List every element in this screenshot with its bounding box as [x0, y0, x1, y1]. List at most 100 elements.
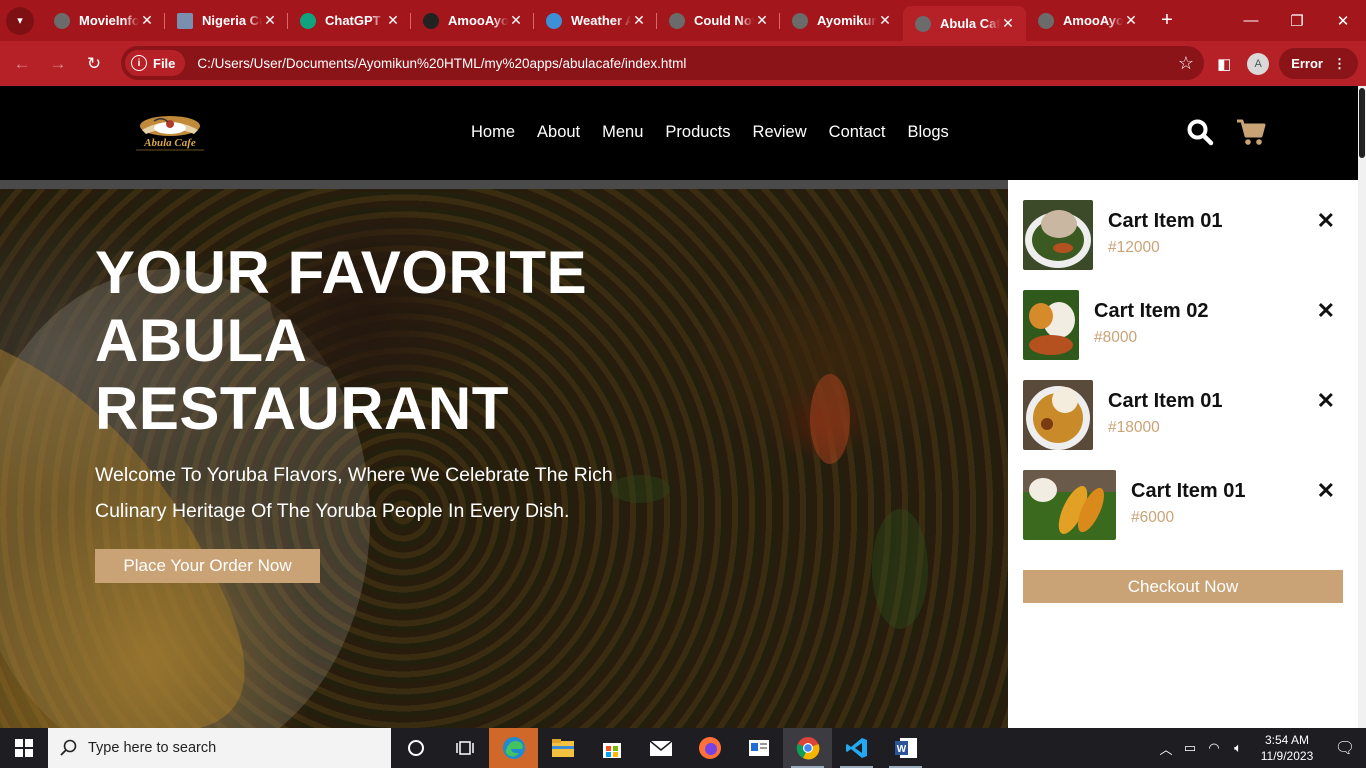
side-panel-icon[interactable]: ◧ [1211, 55, 1237, 73]
new-tab-button[interactable]: + [1149, 9, 1185, 32]
cart-item-image [1023, 200, 1093, 270]
browser-tab[interactable]: ChatGPT ✕ [288, 0, 411, 41]
address-bar[interactable]: i File C:/Users/User/Documents/Ayomikun%2… [121, 46, 1204, 80]
site-info-chip[interactable]: i File [125, 50, 186, 76]
start-button[interactable] [0, 728, 48, 768]
cart-item-image [1023, 290, 1079, 360]
web-page: Abula Cafe Home About Menu Products Revi… [0, 86, 1358, 728]
cart-item-price: #8000 [1094, 329, 1138, 346]
forward-arrow-icon[interactable]: → [40, 54, 76, 74]
site-favicon-icon [54, 12, 70, 29]
page-scrollbar[interactable] [1358, 86, 1366, 728]
mail-icon[interactable] [636, 728, 685, 768]
cart-item-name: Cart Item 01 [1131, 480, 1246, 502]
close-window-icon[interactable]: ✕ [1320, 0, 1366, 41]
close-tab-icon[interactable]: ✕ [262, 12, 278, 29]
cortana-icon[interactable] [391, 728, 440, 768]
abula-cafe-logo[interactable]: Abula Cafe [128, 112, 212, 156]
browser-tab[interactable]: Ayomikun ✕ [780, 0, 903, 41]
globe-favicon-icon [1038, 12, 1054, 29]
news-app-icon[interactable] [734, 728, 783, 768]
cart-item: Cart Item 01 #18000 ✕ [1023, 380, 1343, 450]
microsoft-store-icon[interactable] [587, 728, 636, 768]
edge-browser-icon[interactable] [489, 728, 538, 768]
close-tab-icon[interactable]: ✕ [754, 12, 770, 29]
chrome-icon[interactable] [783, 728, 832, 768]
globe-favicon-icon [915, 15, 931, 32]
reload-icon[interactable]: ↻ [76, 54, 112, 74]
browser-tab[interactable]: Could Not ✕ [657, 0, 780, 41]
battery-icon[interactable]: ▭ [1178, 740, 1202, 756]
close-tab-icon[interactable]: ✕ [139, 12, 155, 29]
globe-favicon-icon [669, 12, 685, 29]
search-icon[interactable] [1186, 118, 1214, 146]
cart-item-image [1023, 470, 1116, 540]
browser-tab-active[interactable]: Abula Cafe✕ [903, 6, 1026, 41]
nav-link-about[interactable]: About [537, 123, 580, 142]
word-icon[interactable]: W [881, 728, 930, 768]
site-header: Abula Cafe Home About Menu Products Revi… [0, 86, 1358, 180]
error-button[interactable]: Error ⋮ [1279, 48, 1358, 79]
kebab-menu-icon: ⋮ [1333, 55, 1346, 71]
browser-tab[interactable]: AmooAyomikun✕ [411, 0, 534, 41]
nav-link-contact[interactable]: Contact [829, 123, 886, 142]
taskbar-search-box[interactable]: Type here to search [48, 728, 391, 768]
system-clock[interactable]: 3:54 AM 11/9/2023 [1250, 732, 1324, 764]
place-order-button[interactable]: Place Your Order Now [95, 549, 320, 583]
firefox-icon[interactable] [685, 728, 734, 768]
cart-item-image [1023, 380, 1093, 450]
nav-link-review[interactable]: Review [753, 123, 807, 142]
nav-link-home[interactable]: Home [471, 123, 515, 142]
remove-item-icon[interactable]: ✕ [1317, 388, 1335, 414]
scrollbar-thumb[interactable] [1359, 88, 1365, 158]
close-tab-icon[interactable]: ✕ [385, 12, 401, 29]
browser-tab-strip: ▾ MovieInfo✕ Nigeria Cuisine✕ ChatGPT✕ A… [0, 0, 1366, 41]
close-tab-icon[interactable]: ✕ [631, 12, 647, 29]
github-favicon-icon [423, 12, 439, 29]
browser-tab[interactable]: AmooAyomikun✕ [1026, 0, 1149, 41]
nav-link-menu[interactable]: Menu [602, 123, 643, 142]
nav-link-products[interactable]: Products [665, 123, 730, 142]
close-tab-icon[interactable]: ✕ [877, 12, 893, 29]
chevron-up-icon[interactable]: ︿ [1154, 739, 1178, 758]
file-explorer-icon[interactable] [538, 728, 587, 768]
system-tray: ︿ ▭ ◠ 🔈︎ 3:54 AM 11/9/2023 🗨︎ [1154, 728, 1366, 768]
minimize-icon[interactable]: — [1228, 0, 1274, 41]
cart-item-name: Cart Item 01 [1108, 390, 1223, 412]
task-view-icon[interactable] [440, 728, 489, 768]
close-tab-icon[interactable]: ✕ [508, 12, 524, 29]
cart-icon[interactable] [1236, 118, 1266, 146]
remove-item-icon[interactable]: ✕ [1317, 208, 1335, 234]
close-tab-icon[interactable]: ✕ [1123, 12, 1139, 29]
url-text[interactable]: C:/Users/User/Documents/Ayomikun%20HTML/… [197, 56, 686, 71]
search-icon [60, 739, 77, 756]
search-placeholder: Type here to search [88, 740, 217, 756]
bookmark-star-icon[interactable]: ☆ [1178, 53, 1194, 74]
profile-avatar[interactable]: A [1247, 52, 1270, 75]
main-nav: Home About Menu Products Review Contact … [471, 123, 949, 142]
close-tab-icon[interactable]: ✕ [1000, 15, 1016, 32]
browser-tab[interactable]: MovieInfo ✕ [42, 0, 165, 41]
hero-title: YOUR FAVORITE ABULA RESTAURANT [95, 239, 588, 442]
tab-search-button[interactable]: ▾ [6, 6, 34, 35]
hero-subtitle: Welcome To Yoruba Flavors, Where We Cele… [95, 464, 613, 522]
volume-icon[interactable]: 🔈︎ [1226, 740, 1250, 756]
restore-icon[interactable]: ❐ [1274, 0, 1320, 41]
site-favicon-icon [177, 12, 193, 29]
checkout-button[interactable]: Checkout Now [1023, 570, 1343, 603]
browser-toolbar: ← → ↻ i File C:/Users/User/Documents/Ayom… [0, 41, 1366, 86]
weather-favicon-icon [546, 12, 562, 29]
back-arrow-icon[interactable]: ← [4, 54, 40, 74]
browser-tab[interactable]: Weather App✕ [534, 0, 657, 41]
browser-tab[interactable]: Nigeria Cuisine✕ [165, 0, 288, 41]
cart-item-name: Cart Item 02 [1094, 300, 1209, 322]
logo-text: Abula Cafe [143, 137, 196, 149]
cart-item-name: Cart Item 01 [1108, 210, 1223, 232]
wifi-icon[interactable]: ◠ [1202, 740, 1226, 756]
vscode-icon[interactable] [832, 728, 881, 768]
notification-icon[interactable]: 🗨︎ [1324, 738, 1366, 758]
remove-item-icon[interactable]: ✕ [1317, 478, 1335, 504]
cart-item: Cart Item 02 #8000 ✕ [1023, 290, 1343, 360]
remove-item-icon[interactable]: ✕ [1317, 298, 1335, 324]
nav-link-blogs[interactable]: Blogs [908, 123, 949, 142]
